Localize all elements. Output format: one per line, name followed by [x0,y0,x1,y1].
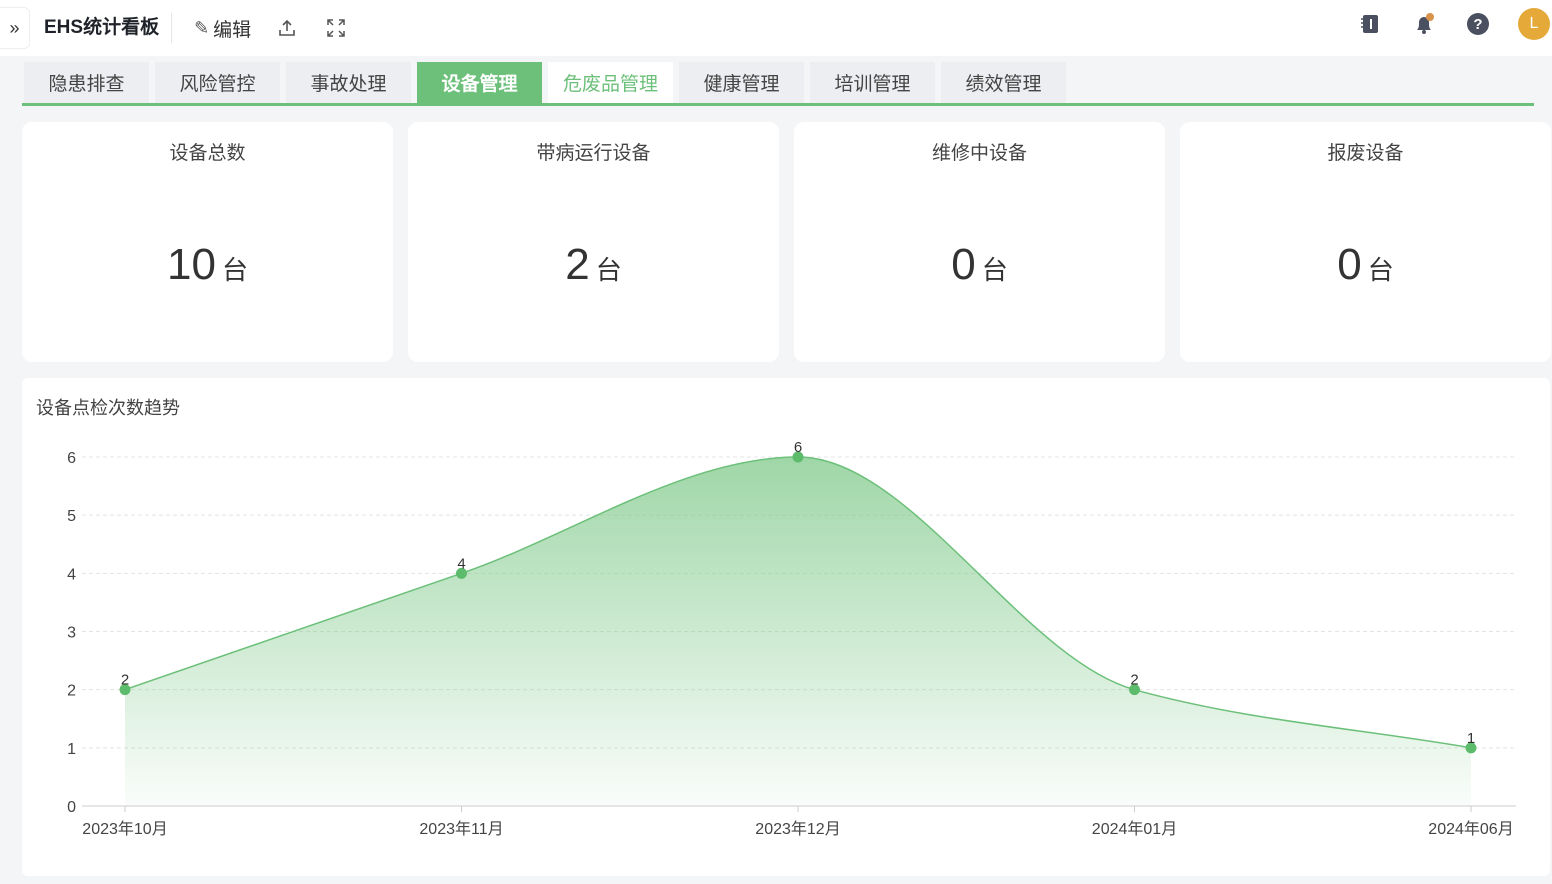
stat-unit: 台 [221,255,248,285]
y-tick-label: 6 [67,450,76,467]
y-tick-label: 0 [67,799,76,816]
y-tick-label: 3 [67,625,76,642]
fullscreen-icon [327,19,345,37]
stat-card-total: 设备总数 10 台 [22,122,393,362]
tab-performance[interactable]: 绩效管理 [941,62,1066,103]
expand-sidebar-button[interactable]: » [0,7,30,49]
tab-accident[interactable]: 事故处理 [286,62,411,103]
help-button[interactable]: ? [1464,10,1492,38]
fullscreen-button[interactable] [327,19,345,37]
data-label: 6 [794,439,802,456]
avatar[interactable]: L [1518,8,1550,40]
stat-card-faulty: 带病运行设备 2 台 [408,122,779,362]
tab-hazard[interactable]: 隐患排查 [24,62,149,103]
y-tick-label: 1 [67,741,76,758]
y-tick-label: 2 [67,683,76,700]
edit-button[interactable]: ✎ 编辑 [194,15,251,42]
share-button[interactable] [277,18,297,38]
x-tick-label: 2023年11月 [419,820,503,838]
x-tick-label: 2023年12月 [755,820,840,838]
data-label: 2 [121,672,129,689]
tab-hazardous-waste[interactable]: 危废品管理 [548,62,673,103]
y-tick-label: 4 [67,566,76,583]
pencil-icon: ✎ [194,17,210,38]
stat-label: 报废设备 [1327,143,1404,164]
data-label: 1 [1467,730,1475,747]
stat-card-repair: 维修中设备 0 台 [794,122,1165,362]
stat-value: 2 [565,240,590,289]
double-chevron-right-icon: » [9,17,20,38]
tab-bar: 隐患排查 风险管控 事故处理 设备管理 危废品管理 健康管理 培训管理 绩效管理 [22,62,1534,106]
trend-chart-card: 设备点检次数趋势 0 1 2 3 4 5 6 2023年10月 2023年11月 2023年12月… [22,378,1550,876]
area-fill [125,457,1471,806]
help-icon: ? [1467,13,1489,35]
top-bar: » EHS统计看板 ✎ 编辑 ? L [0,0,1552,56]
stat-value: 10 [167,240,216,289]
tab-equipment[interactable]: 设备管理 [417,62,542,103]
stat-card-scrapped: 报废设备 0 台 [1180,122,1551,362]
tab-health[interactable]: 健康管理 [679,62,804,103]
stat-label: 设备总数 [169,143,246,164]
tab-risk[interactable]: 风险管控 [155,62,280,103]
page-title: EHS统计看板 [44,13,173,43]
x-tick-label: 2024年01月 [1092,820,1177,838]
y-tick-label: 5 [67,508,76,525]
bell-icon [1417,13,1434,34]
notebook-button[interactable] [1356,10,1384,38]
stat-unit: 台 [595,255,622,285]
data-label: 4 [457,555,465,572]
stat-label: 带病运行设备 [536,143,651,164]
stat-value: 0 [951,240,976,289]
stat-unit: 台 [981,255,1008,285]
edit-label: 编辑 [213,19,252,41]
x-tick-label: 2024年06月 [1428,820,1513,838]
stat-unit: 台 [1367,255,1394,285]
stat-value: 0 [1337,240,1362,289]
upload-icon [279,19,295,36]
notebook-icon [1361,15,1378,33]
tab-training[interactable]: 培训管理 [810,62,935,103]
notification-button[interactable] [1410,10,1438,38]
trend-chart: 0 1 2 3 4 5 6 2023年10月 2023年11月 2023年12月 2024年01月 2… [67,439,1516,838]
svg-text:?: ? [1473,16,1482,33]
data-label: 2 [1130,672,1138,689]
x-tick-label: 2023年10月 [82,820,167,838]
stat-label: 维修中设备 [931,143,1027,164]
